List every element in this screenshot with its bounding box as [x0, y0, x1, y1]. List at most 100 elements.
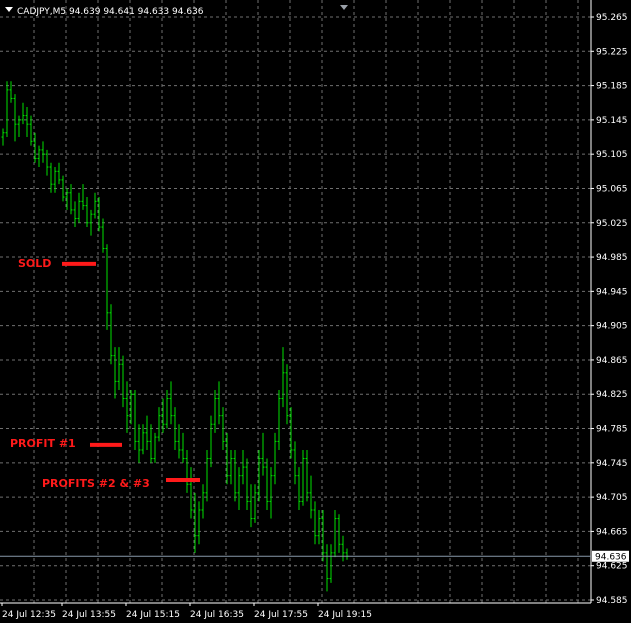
price-tick-label: 94.585	[596, 596, 628, 606]
ohlc-bar	[313, 501, 317, 545]
ohlc-bar	[237, 467, 241, 510]
shift-marker-icon[interactable]	[340, 5, 348, 10]
current-price-badge: 94.636	[592, 550, 629, 562]
price-tick-label: 94.985	[596, 253, 628, 263]
ohlc-bar	[217, 381, 221, 425]
ohlc-bar	[341, 535, 345, 562]
price-chart[interactable]: SOLD PROFIT #1 PROFITS #2 & #3 95.265 95.22…	[0, 0, 631, 623]
ohlc-bar	[25, 107, 29, 138]
ohlc-bar	[269, 467, 273, 519]
ohlc-bar	[277, 389, 281, 450]
ohlc-bar	[241, 449, 245, 485]
annotation-label: PROFITS #2 & #3	[42, 477, 150, 490]
time-tick-label: 24 Jul 12:35	[2, 610, 56, 620]
ohlc-bar	[13, 94, 17, 142]
ohlc-bar	[145, 415, 149, 450]
price-tick-label: 94.745	[596, 459, 628, 469]
ohlc-bar	[205, 449, 209, 502]
ohlc-bar	[97, 197, 101, 232]
ohlc-bar	[345, 548, 349, 560]
trade-annotation: PROFIT #1	[10, 437, 122, 450]
chart-title: CADJPY,M5 94.639 94.641 94.633 94.636	[17, 7, 204, 17]
annotation-label: PROFIT #1	[10, 437, 76, 450]
ohlc-bar	[337, 514, 341, 553]
trade-annotation: SOLD	[18, 257, 96, 270]
ohlc-bar	[329, 544, 333, 583]
ohlc-bar	[317, 509, 321, 545]
price-tick-label: 94.865	[596, 356, 628, 366]
ohlc-bar	[185, 449, 189, 493]
annotation-label: SOLD	[18, 257, 51, 270]
ohlc-bar	[177, 424, 181, 459]
ohlc-bar	[41, 141, 45, 163]
ohlc-bar	[1, 128, 5, 146]
ohlc-bar	[201, 484, 205, 519]
price-scale[interactable]: 95.265 95.225 95.185 95.145 95.105 95.065 95.0…	[591, 13, 628, 606]
ohlc-bar	[273, 432, 277, 485]
ohlc-bar	[153, 432, 157, 463]
ohlc-bar	[137, 424, 141, 463]
ohlc-bar	[17, 115, 21, 138]
price-tick-label: 95.105	[596, 150, 628, 160]
annotation-layer: SOLD PROFIT #1 PROFITS #2 & #3	[10, 257, 200, 490]
ohlc-bar	[9, 81, 13, 103]
ohlc-bar	[57, 162, 61, 185]
ohlc-bar	[245, 458, 249, 510]
price-tick-label: 94.785	[596, 425, 628, 435]
ohlc-bar	[249, 484, 253, 528]
price-tick-label: 94.945	[596, 287, 628, 297]
chart-menu-triangle-icon[interactable]	[5, 7, 13, 12]
time-tick-label: 24 Jul 13:55	[62, 610, 116, 620]
ohlc-bar	[109, 304, 113, 365]
time-scale[interactable]: 24 Jul 12:35 24 Jul 13:55 24 Jul 15:15 24 J…	[1, 603, 372, 620]
price-tick-label: 95.145	[596, 116, 628, 126]
ohlc-bar	[157, 407, 161, 442]
ohlc-bar	[165, 389, 169, 429]
ohlc-bar	[5, 81, 9, 138]
price-tick-label: 95.025	[596, 219, 628, 229]
ohlc-bar	[325, 544, 329, 592]
trade-annotation: PROFITS #2 & #3	[42, 477, 200, 490]
time-tick-label: 24 Jul 19:15	[318, 610, 372, 620]
price-tick-label: 95.185	[596, 82, 628, 92]
ohlc-bar	[181, 432, 185, 463]
ohlc-bar	[305, 449, 309, 502]
ohlc-bar	[253, 484, 257, 523]
price-tick-label: 95.225	[596, 47, 628, 57]
price-tick-label: 94.665	[596, 527, 628, 537]
ohlc-bar	[77, 192, 81, 223]
ohlc-bar	[37, 145, 41, 168]
ohlc-bar	[149, 424, 153, 463]
ohlc-bar	[233, 449, 237, 502]
ohlc-bar	[121, 355, 125, 408]
ohlc-bar	[229, 449, 233, 485]
price-tick-label: 95.265	[596, 13, 628, 23]
price-tick-label: 94.705	[596, 493, 628, 503]
ohlc-bar	[169, 381, 173, 425]
ohlc-bar	[213, 389, 217, 433]
ohlc-bar	[265, 458, 269, 510]
ohlc-bar	[21, 102, 25, 125]
price-tick-label: 95.065	[596, 184, 628, 194]
ohlc-bar	[113, 347, 117, 399]
ohlc-bar	[333, 509, 337, 558]
ohlc-bar	[297, 467, 301, 510]
chart-window[interactable]: SOLD PROFIT #1 PROFITS #2 & #3 95.265 95.22…	[0, 0, 631, 623]
price-tick-label: 94.825	[596, 390, 628, 400]
time-tick-label: 24 Jul 15:15	[126, 610, 180, 620]
ohlc-bar	[133, 389, 137, 450]
ohlc-bar	[125, 381, 129, 433]
grid-layer	[0, 0, 591, 603]
time-tick-label: 24 Jul 17:55	[254, 610, 308, 620]
price-tick-label: 94.905	[596, 322, 628, 332]
ohlc-bar	[129, 389, 133, 425]
time-tick-label: 24 Jul 16:35	[190, 610, 244, 620]
bars-layer	[1, 81, 349, 592]
ohlc-bar	[261, 432, 265, 476]
ohlc-bar	[189, 467, 193, 519]
ohlc-bar	[93, 192, 97, 219]
ohlc-bar	[117, 347, 121, 390]
ohlc-bar	[197, 501, 201, 545]
ohlc-bar	[281, 347, 285, 408]
current-price-label: 94.636	[595, 552, 627, 562]
